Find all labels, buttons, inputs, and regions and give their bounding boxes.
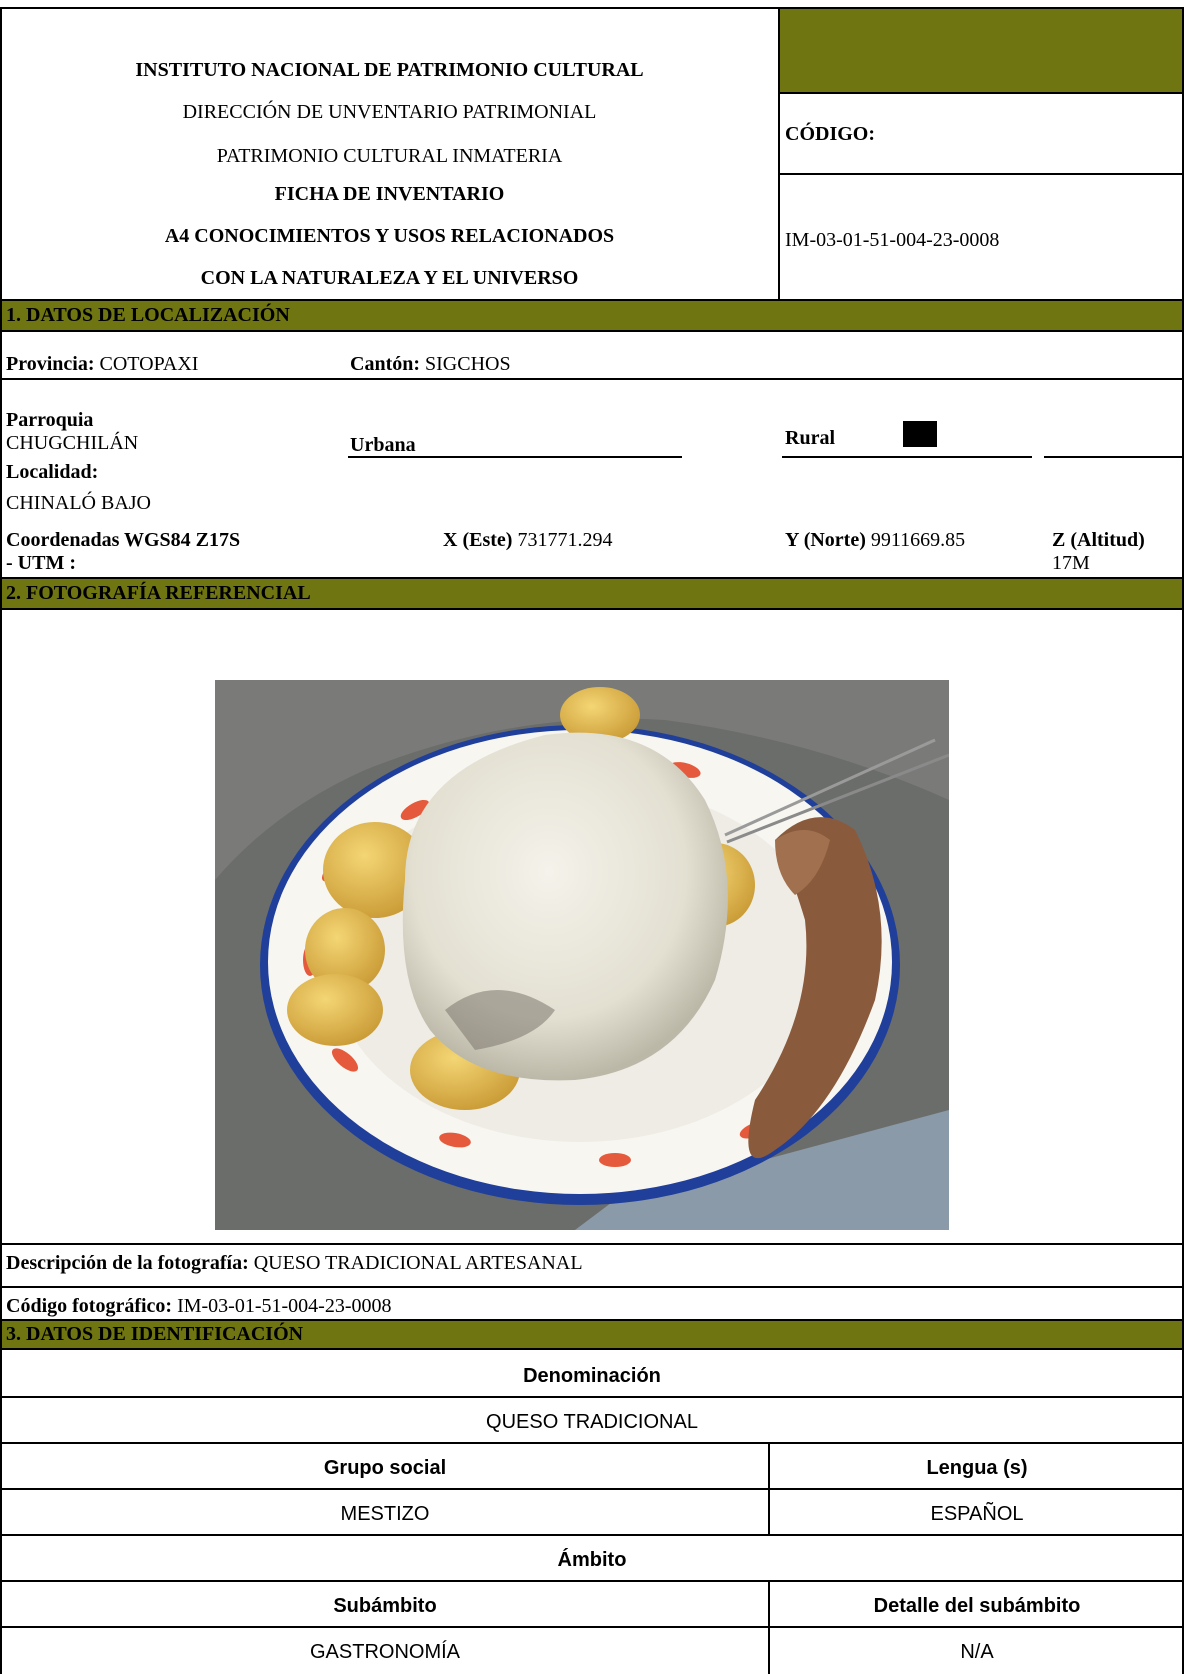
rule [0, 1442, 1184, 1444]
category-line-1: A4 CONOCIMIENTOS Y USOS RELACIONADOS [164, 225, 615, 247]
rule [0, 608, 1184, 610]
rule [0, 1286, 1184, 1288]
photo-code: Código fotográfico: IM-03-01-51-004-23-0… [6, 1294, 391, 1318]
parish-value: CHUGCHILÁN [6, 432, 139, 454]
denomination-value: QUESO TRADICIONAL [486, 1411, 698, 1433]
cheese-plate-image [215, 680, 949, 1230]
photo-code-label: Código fotográfico: [6, 1295, 173, 1317]
coords-label-line-1: Coordenadas WGS84 Z17S [6, 529, 241, 551]
rule [0, 330, 1184, 332]
scope-label: Ámbito [557, 1549, 627, 1571]
rule [0, 1580, 1184, 1582]
rule [0, 1534, 1184, 1536]
y-value: 9911669.85 [870, 529, 966, 551]
x-value: 731771.294 [517, 529, 613, 551]
photo-description-value: QUESO TRADICIONAL ARTESANAL [253, 1252, 583, 1274]
inventory-form: INSTITUTO NACIONAL DE PATRIMONIO CULTURA… [0, 0, 1184, 1674]
rule [0, 299, 1184, 301]
rule [1044, 456, 1184, 458]
province-label: Provincia: [6, 353, 95, 375]
subscope-value: GASTRONOMÍA [309, 1641, 460, 1663]
parish-label: Parroquia [6, 409, 94, 431]
rule [0, 7, 2, 1674]
coords-label-line-2: - UTM : [6, 552, 76, 574]
denomination-label: Denominación [523, 1365, 661, 1387]
rural-label: Rural [785, 427, 835, 449]
subscope-detail-label: Detalle del subámbito [873, 1595, 1081, 1617]
rule [0, 1348, 1184, 1350]
y-label: Y (Norte) [785, 529, 866, 551]
photo-description-label: Descripción de la fotografía: [6, 1252, 249, 1274]
rural-checkbox[interactable] [903, 421, 937, 447]
subscope-detail-value: N/A [960, 1641, 994, 1663]
urban-label: Urbana [350, 434, 416, 456]
rule [0, 1243, 1184, 1245]
rule [0, 1319, 1184, 1321]
rule [0, 7, 1184, 9]
canton-field: Cantón: SIGCHOS [350, 352, 511, 376]
rule [778, 7, 780, 300]
province-field: Provincia: COTOPAXI [6, 352, 198, 376]
direction-name: DIRECCIÓN DE UNVENTARIO PATRIMONIAL [182, 101, 597, 123]
locality-value: CHINALÓ BAJO [6, 492, 151, 514]
locality-label: Localidad: [6, 461, 99, 483]
rule [0, 1488, 1184, 1490]
form-title: FICHA DE INVENTARIO [274, 183, 505, 205]
institute-name: INSTITUTO NACIONAL DE PATRIMONIO CULTURA… [135, 59, 644, 81]
province-value: COTOPAXI [99, 353, 199, 375]
language-label: Lengua (s) [926, 1457, 1028, 1479]
rule [0, 378, 1184, 380]
heritage-name: PATRIMONIO CULTURAL INMATERIA [216, 145, 563, 167]
rule [778, 173, 1184, 175]
z-value: 17M [1052, 552, 1090, 574]
photo-code-value: IM-03-01-51-004-23-0008 [177, 1295, 392, 1317]
canton-label: Cantón: [350, 353, 421, 375]
code-label: CÓDIGO: [785, 123, 875, 145]
reference-photo [215, 680, 949, 1230]
category-line-2: CON LA NATURALEZA Y EL UNIVERSO [200, 267, 579, 289]
code-value: IM-03-01-51-004-23-0008 [785, 229, 1000, 251]
rule [0, 1626, 1184, 1628]
section-2-title: 2. FOTOGRAFÍA REFERENCIAL [6, 582, 311, 604]
section-1-title: 1. DATOS DE LOCALIZACIÓN [6, 304, 290, 326]
canton-value: SIGCHOS [425, 353, 511, 375]
rule [768, 1580, 770, 1674]
section-3-title: 3. DATOS DE IDENTIFICACIÓN [6, 1323, 304, 1345]
x-coordinate: X (Este) 731771.294 [443, 528, 612, 552]
rule [768, 1442, 770, 1534]
social-group-label: Grupo social [323, 1457, 447, 1479]
social-group-value: MESTIZO [340, 1503, 430, 1525]
header-accent-band [779, 8, 1184, 92]
z-label: Z (Altitud) [1052, 529, 1145, 551]
rule [0, 577, 1184, 579]
rule [0, 1396, 1184, 1398]
language-value: ESPAÑOL [930, 1503, 1024, 1525]
x-label: X (Este) [443, 529, 513, 551]
rule [348, 456, 682, 458]
rule [778, 92, 1184, 94]
subscope-label: Subámbito [333, 1595, 437, 1617]
photo-description: Descripción de la fotografía: QUESO TRAD… [6, 1251, 583, 1275]
y-coordinate: Y (Norte) 9911669.85 [785, 528, 965, 552]
rule [782, 456, 1032, 458]
